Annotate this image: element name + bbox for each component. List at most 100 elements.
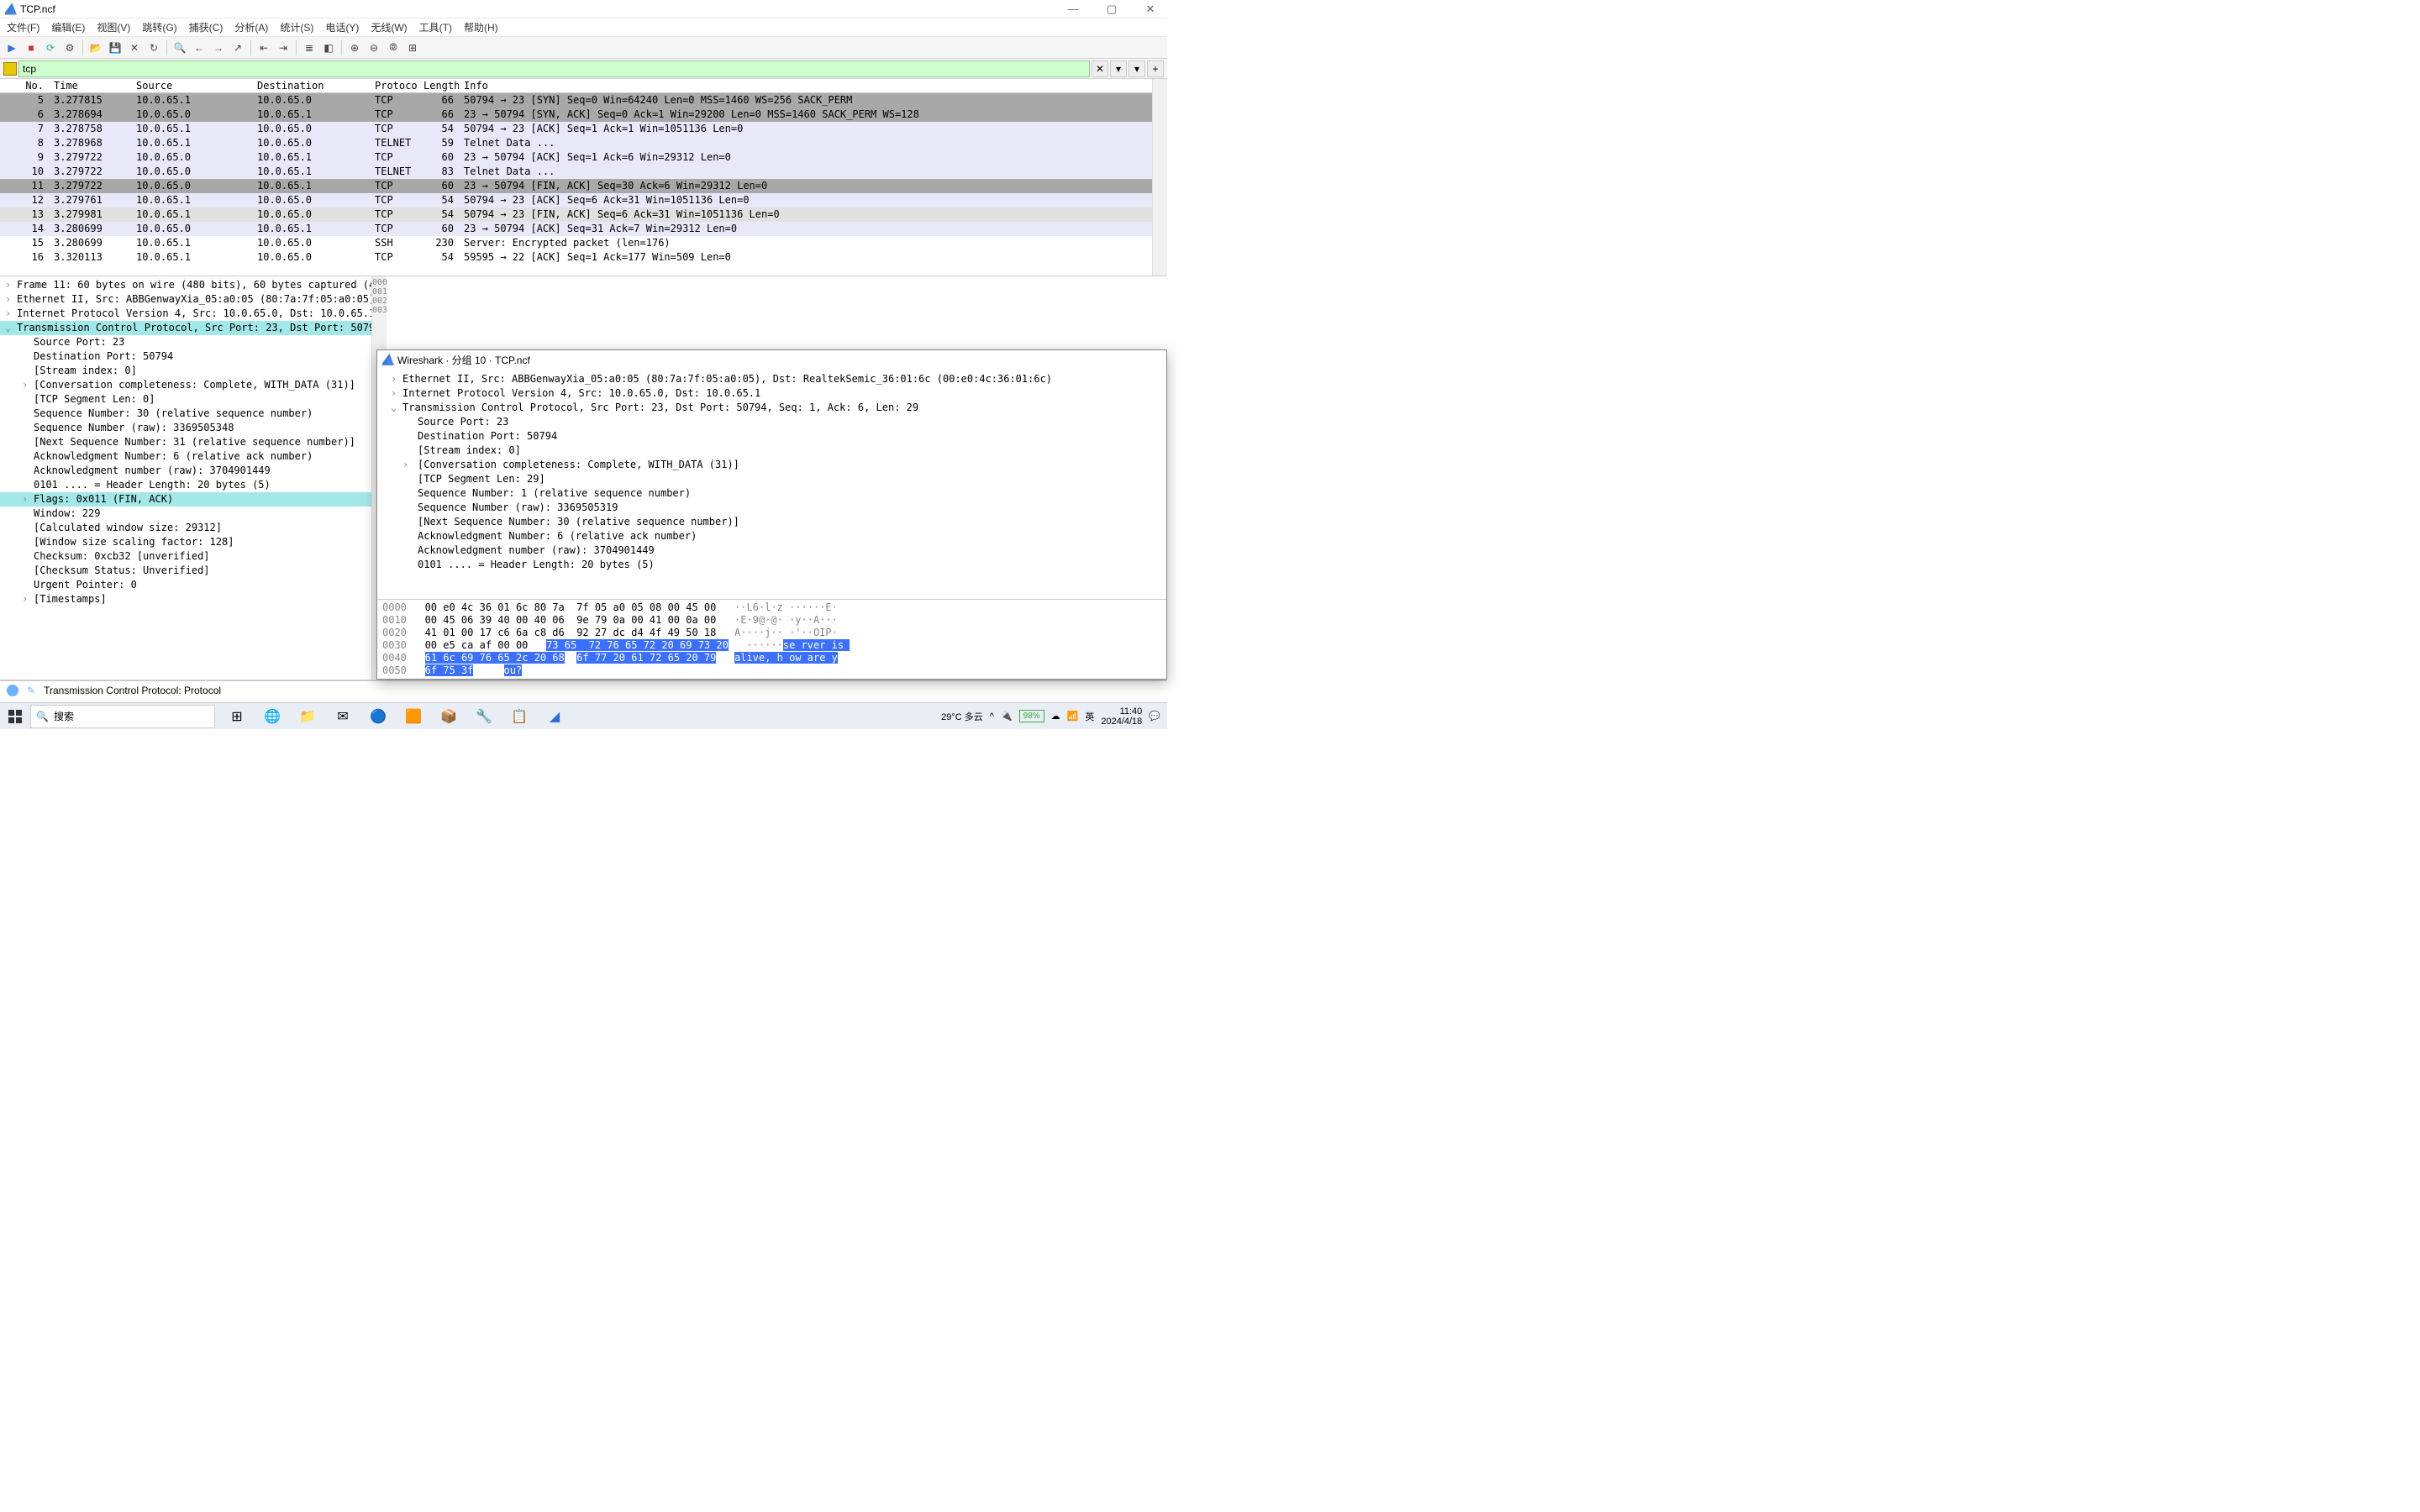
packet-row[interactable]: 123.27976110.0.65.110.0.65.0TCP5450794 →… — [0, 193, 1152, 207]
go-back-icon[interactable]: ← — [191, 39, 208, 56]
menu-tools[interactable]: 工具(T) — [419, 20, 452, 34]
zoom-out-icon[interactable]: ⊖ — [366, 39, 382, 56]
add-filter-button[interactable]: + — [1147, 60, 1164, 77]
col-time[interactable]: Time — [49, 79, 131, 92]
task-view-icon[interactable]: ⊞ — [220, 705, 254, 728]
stop-capture-icon[interactable]: ■ — [23, 39, 39, 56]
detail-line[interactable]: [Checksum Status: Unverified] — [0, 564, 371, 578]
detail-line[interactable]: Frame 11: 60 bytes on wire (480 bits), 6… — [0, 278, 371, 292]
detail-line[interactable]: [Next Sequence Number: 31 (relative sequ… — [0, 435, 371, 449]
packet-list-header[interactable]: No. Time Source Destination Protocol Len… — [0, 79, 1152, 93]
detail-line[interactable]: [Calculated window size: 29312] — [0, 521, 371, 535]
col-length[interactable]: Length — [418, 79, 459, 92]
status-edit-icon[interactable]: ✎ — [27, 685, 35, 696]
detail-line[interactable]: [Stream index: 0] — [0, 364, 371, 378]
notification-icon[interactable]: 💬 — [1149, 711, 1160, 722]
tray-chevron-icon[interactable]: ^ — [990, 711, 994, 722]
col-source[interactable]: Source — [131, 79, 252, 92]
go-to-packet-icon[interactable]: ↗ — [229, 39, 246, 56]
packet-details-tree[interactable]: Frame 11: 60 bytes on wire (480 bits), 6… — [0, 276, 371, 680]
detail-line[interactable]: Sequence Number (raw): 3369505348 — [0, 421, 371, 435]
start-capture-icon[interactable]: ▶ — [3, 39, 20, 56]
popup-detail-line[interactable]: [Conversation completeness: Complete, WI… — [377, 458, 1166, 472]
menu-wireless[interactable]: 无线(W) — [371, 20, 407, 34]
go-forward-icon[interactable]: → — [210, 39, 227, 56]
detail-line[interactable]: Window: 229 — [0, 507, 371, 521]
detail-line[interactable]: [TCP Segment Len: 0] — [0, 392, 371, 407]
popup-detail-line[interactable]: [Next Sequence Number: 30 (relative sequ… — [377, 515, 1166, 529]
wireshark-taskbar-icon[interactable]: ◢ — [538, 705, 571, 728]
zoom-reset-icon[interactable]: ⦾ — [385, 39, 402, 56]
menu-help[interactable]: 帮助(H) — [464, 20, 498, 34]
menu-capture[interactable]: 捕获(C) — [189, 20, 224, 34]
restart-capture-icon[interactable]: ⟳ — [42, 39, 59, 56]
hex-row[interactable]: 0030 00 e5 ca af 00 00 73 65 72 76 65 72… — [382, 639, 1161, 652]
hex-row[interactable]: 0010 00 45 06 39 40 00 40 06 9e 79 0a 00… — [382, 614, 1161, 627]
weather-widget[interactable]: 29°C 多云 — [941, 710, 983, 723]
maximize-button[interactable]: ▢ — [1100, 3, 1123, 16]
popup-detail-line[interactable]: Acknowledgment number (raw): 3704901449 — [377, 543, 1166, 558]
popup-detail-line[interactable]: [TCP Segment Len: 29] — [377, 472, 1166, 486]
popup-detail-line[interactable]: Internet Protocol Version 4, Src: 10.0.6… — [377, 386, 1166, 401]
packet-row[interactable]: 103.27972210.0.65.010.0.65.1TELNET83Teln… — [0, 165, 1152, 179]
power-icon[interactable]: 🔌 — [1001, 711, 1013, 722]
popup-details-tree[interactable]: Ethernet II, Src: ABBGenwayXia_05:a0:05 … — [377, 369, 1166, 599]
start-button[interactable] — [0, 703, 30, 729]
find-icon[interactable]: 🔍 — [171, 39, 188, 56]
wifi-icon[interactable]: 📶 — [1067, 711, 1079, 722]
menu-telephony[interactable]: 电话(Y) — [325, 20, 359, 34]
col-info[interactable]: Info — [459, 79, 1152, 92]
col-destination[interactable]: Destination — [252, 79, 370, 92]
detail-line[interactable]: Checksum: 0xcb32 [unverified] — [0, 549, 371, 564]
ime-indicator[interactable]: 英 — [1085, 710, 1094, 723]
detail-line[interactable]: Urgent Pointer: 0 — [0, 578, 371, 592]
hex-row[interactable]: 0040 61 6c 69 76 65 2c 20 68 6f 77 20 61… — [382, 652, 1161, 664]
last-packet-icon[interactable]: ⇥ — [275, 39, 292, 56]
popup-detail-line[interactable]: Ethernet II, Src: ABBGenwayXia_05:a0:05 … — [377, 372, 1166, 386]
detail-line[interactable]: Internet Protocol Version 4, Src: 10.0.6… — [0, 307, 371, 321]
capture-options-icon[interactable]: ⚙ — [61, 39, 78, 56]
mail-icon[interactable]: ✉ — [326, 705, 360, 728]
detail-line[interactable]: Sequence Number: 30 (relative sequence n… — [0, 407, 371, 421]
minimize-button[interactable]: — — [1061, 3, 1085, 16]
popup-detail-line[interactable]: Destination Port: 50794 — [377, 429, 1166, 444]
clock[interactable]: 11:40 2024/4/18 — [1101, 706, 1142, 727]
colorize-icon[interactable]: ◧ — [320, 39, 337, 56]
display-filter-input[interactable] — [18, 60, 1090, 77]
menu-statistics[interactable]: 统计(S) — [280, 20, 313, 34]
close-file-icon[interactable]: ✕ — [126, 39, 143, 56]
first-packet-icon[interactable]: ⇤ — [255, 39, 272, 56]
detail-line[interactable]: Transmission Control Protocol, Src Port:… — [0, 321, 371, 335]
col-protocol[interactable]: Protocol — [370, 79, 418, 92]
menu-view[interactable]: 视图(V) — [97, 20, 130, 34]
close-button[interactable]: ✕ — [1139, 3, 1162, 16]
resize-columns-icon[interactable]: ⊞ — [404, 39, 421, 56]
app3-icon[interactable]: 📋 — [502, 705, 536, 728]
packet-list-scrollbar[interactable] — [1152, 79, 1167, 276]
app2-icon[interactable]: 🔧 — [467, 705, 501, 728]
hex-row[interactable]: 0050 6f 75 3f ou? — [382, 664, 1161, 677]
bookmark-icon[interactable] — [3, 62, 17, 76]
detail-line[interactable]: Ethernet II, Src: ABBGenwayXia_05:a0:05 … — [0, 292, 371, 307]
packet-row[interactable]: 143.28069910.0.65.010.0.65.1TCP6023 → 50… — [0, 222, 1152, 236]
expert-info-icon[interactable] — [7, 685, 18, 696]
reload-icon[interactable]: ↻ — [145, 39, 162, 56]
detail-line[interactable]: 0101 .... = Header Length: 20 bytes (5) — [0, 478, 371, 492]
vm-icon[interactable]: 📦 — [432, 705, 466, 728]
packet-row[interactable]: 153.28069910.0.65.110.0.65.0SSH230Server… — [0, 236, 1152, 250]
packet-list[interactable]: No. Time Source Destination Protocol Len… — [0, 79, 1152, 276]
packet-row[interactable]: 63.27869410.0.65.010.0.65.1TCP6623 → 507… — [0, 108, 1152, 122]
battery-indicator[interactable]: 98% — [1019, 710, 1044, 722]
menu-go[interactable]: 跳转(G) — [142, 20, 176, 34]
onedrive-icon[interactable]: ☁ — [1051, 711, 1060, 722]
file-explorer-icon[interactable]: 📁 — [291, 705, 324, 728]
detail-line[interactable]: [Window size scaling factor: 128] — [0, 535, 371, 549]
popup-detail-line[interactable]: 0101 .... = Header Length: 20 bytes (5) — [377, 558, 1166, 572]
popup-detail-line[interactable]: [Stream index: 0] — [377, 444, 1166, 458]
hex-dump-pane[interactable]: 0000 00 e0 4c 36 01 6c 80 7a 7f 05 a0 05… — [377, 599, 1166, 679]
detail-line[interactable]: Acknowledgment Number: 6 (relative ack n… — [0, 449, 371, 464]
save-file-icon[interactable]: 💾 — [107, 39, 124, 56]
menu-edit[interactable]: 编辑(E) — [51, 20, 85, 34]
detail-line[interactable]: [Conversation completeness: Complete, WI… — [0, 378, 371, 392]
menu-file[interactable]: 文件(F) — [7, 20, 39, 34]
